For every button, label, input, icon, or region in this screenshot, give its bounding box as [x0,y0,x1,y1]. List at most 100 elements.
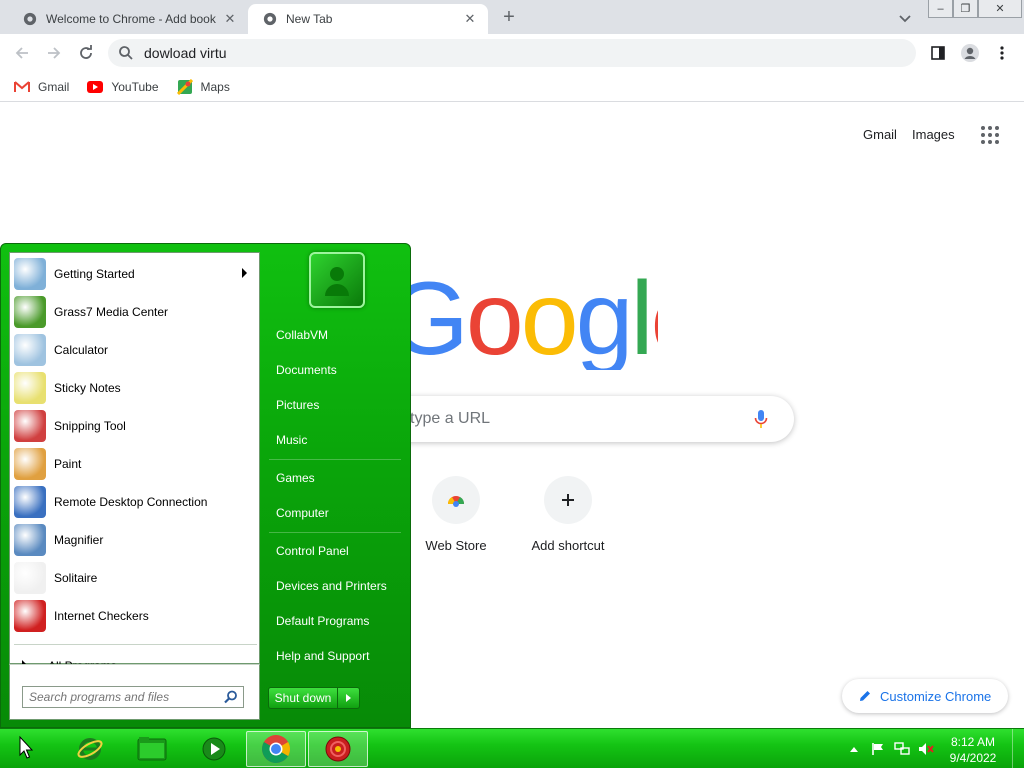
chevron-up-icon[interactable] [846,741,862,757]
checkers-icon [14,600,46,632]
address-bar[interactable]: dowload virtu [108,39,916,67]
start-right-link[interactable]: Default Programs [276,614,369,628]
start-program-label: Magnifier [54,533,104,547]
gmail-icon [14,79,30,95]
user-avatar[interactable] [309,252,365,308]
shutdown-options-button[interactable] [338,687,360,709]
google-apps-icon[interactable] [981,126,999,144]
start-search-input[interactable] [23,688,223,706]
start-program-item[interactable]: Remote Desktop Connection [12,483,257,521]
start-program-item[interactable]: Calculator [12,331,257,369]
flag-icon[interactable] [870,741,886,757]
bookmarks-bar: Gmail YouTube Maps [0,72,1024,102]
start-search-field[interactable] [22,686,244,708]
profile-avatar-icon[interactable] [958,41,982,65]
divider [269,532,401,533]
close-window-button[interactable]: ✕ [978,0,1022,18]
divider [14,644,257,645]
start-program-label: Sticky Notes [54,381,121,395]
taskbar: 8:12 AM 9/4/2022 [0,728,1024,768]
minimize-button[interactable]: – [928,0,953,18]
start-menu-programs-panel: Getting Started Grass7 Media Center Calcul… [9,252,260,673]
taskbar-internet-checkers[interactable] [308,731,368,767]
start-right-link[interactable]: Documents [276,363,337,377]
start-search-area [9,664,260,720]
chrome-favicon-icon [262,11,278,27]
chrome-icon [262,735,290,763]
start-program-item[interactable]: Magnifier [12,521,257,559]
back-arrow-icon[interactable] [10,41,34,65]
volume-muted-icon[interactable] [918,741,934,757]
snipping-tool-icon [14,410,46,442]
media-center-icon [14,296,46,328]
bookmark-label: Maps [200,79,230,94]
close-tab-icon[interactable]: ✕ [222,11,238,27]
tab-title: New Tab [286,12,333,26]
gmail-link[interactable]: Gmail [863,127,897,142]
microphone-icon[interactable] [754,409,768,429]
start-program-item[interactable]: Solitaire [12,559,257,597]
shortcut-add[interactable]: Add shortcut [518,476,618,553]
submenu-arrow-icon [242,268,247,278]
svg-text:Google: Google [388,261,658,370]
taskbar-media-player[interactable] [184,731,244,767]
start-right-link[interactable]: CollabVM [276,328,328,342]
forward-arrow-icon[interactable] [42,41,66,65]
taskbar-explorer[interactable] [122,731,182,767]
start-program-item[interactable]: Internet Checkers [12,597,257,635]
start-program-item[interactable]: Sticky Notes [12,369,257,407]
divider [269,459,401,460]
start-right-link[interactable]: Music [276,433,307,447]
bookmark-gmail[interactable]: Gmail [14,79,69,95]
shutdown-group: Shut down [268,687,360,709]
bookmark-maps[interactable]: Maps [176,78,230,95]
clock-date: 9/4/2022 [949,751,997,765]
taskbar-internet-explorer[interactable] [60,731,120,767]
reload-icon[interactable] [74,41,98,65]
paint-icon [14,448,46,480]
plus-icon [544,476,592,524]
bookmark-youtube[interactable]: YouTube [87,79,159,95]
system-tray [846,741,942,757]
start-right-link[interactable]: Pictures [276,398,319,412]
tab-new-tab[interactable]: New Tab ✕ [248,4,488,34]
tab-search-chevron-icon[interactable] [896,9,914,27]
start-program-item[interactable]: Grass7 Media Center [12,293,257,331]
webstore-icon [432,476,480,524]
pencil-icon [860,691,870,701]
youtube-icon [87,79,104,95]
network-icon[interactable] [894,741,910,757]
window-controls: – ❐ ✕ [928,0,1022,18]
images-link[interactable]: Images [912,127,955,142]
magnifier-search-icon[interactable] [223,689,239,705]
start-right-link[interactable]: Computer [276,506,329,520]
start-program-item[interactable]: Snipping Tool [12,407,257,445]
start-program-label: Grass7 Media Center [54,305,169,319]
system-clock[interactable]: 8:12 AM 9/4/2022 [938,734,1008,766]
clock-time: 8:12 AM [950,735,996,749]
start-program-label: Paint [54,457,82,471]
start-right-link[interactable]: Control Panel [276,544,349,558]
menu-kebab-icon[interactable] [990,41,1014,65]
start-right-link[interactable]: Help and Support [276,649,369,663]
restore-button[interactable]: ❐ [953,0,978,18]
google-search-box[interactable]: type a URL [380,396,794,442]
start-button[interactable] [12,733,42,763]
mouse-cursor-icon [19,735,34,759]
start-program-label: Getting Started [54,267,135,281]
show-desktop-button[interactable] [1012,729,1024,768]
calculator-icon [14,334,46,366]
customize-chrome-button[interactable]: Customize Chrome [842,679,1008,713]
new-tab-button[interactable]: + [498,7,520,29]
taskbar-chrome[interactable] [246,731,306,767]
start-right-link[interactable]: Devices and Printers [276,579,387,593]
start-program-item[interactable]: Getting Started [12,255,257,293]
shutdown-button[interactable]: Shut down [268,687,338,709]
start-right-link[interactable]: Games [276,471,315,485]
tab-welcome[interactable]: Welcome to Chrome - Add book ✕ [8,4,248,34]
shortcut-label: Add shortcut [531,538,605,553]
close-tab-icon[interactable]: ✕ [462,11,478,27]
start-program-item[interactable]: Paint [12,445,257,483]
side-panel-icon[interactable] [926,41,950,65]
shortcut-web-store[interactable]: Web Store [406,476,506,553]
